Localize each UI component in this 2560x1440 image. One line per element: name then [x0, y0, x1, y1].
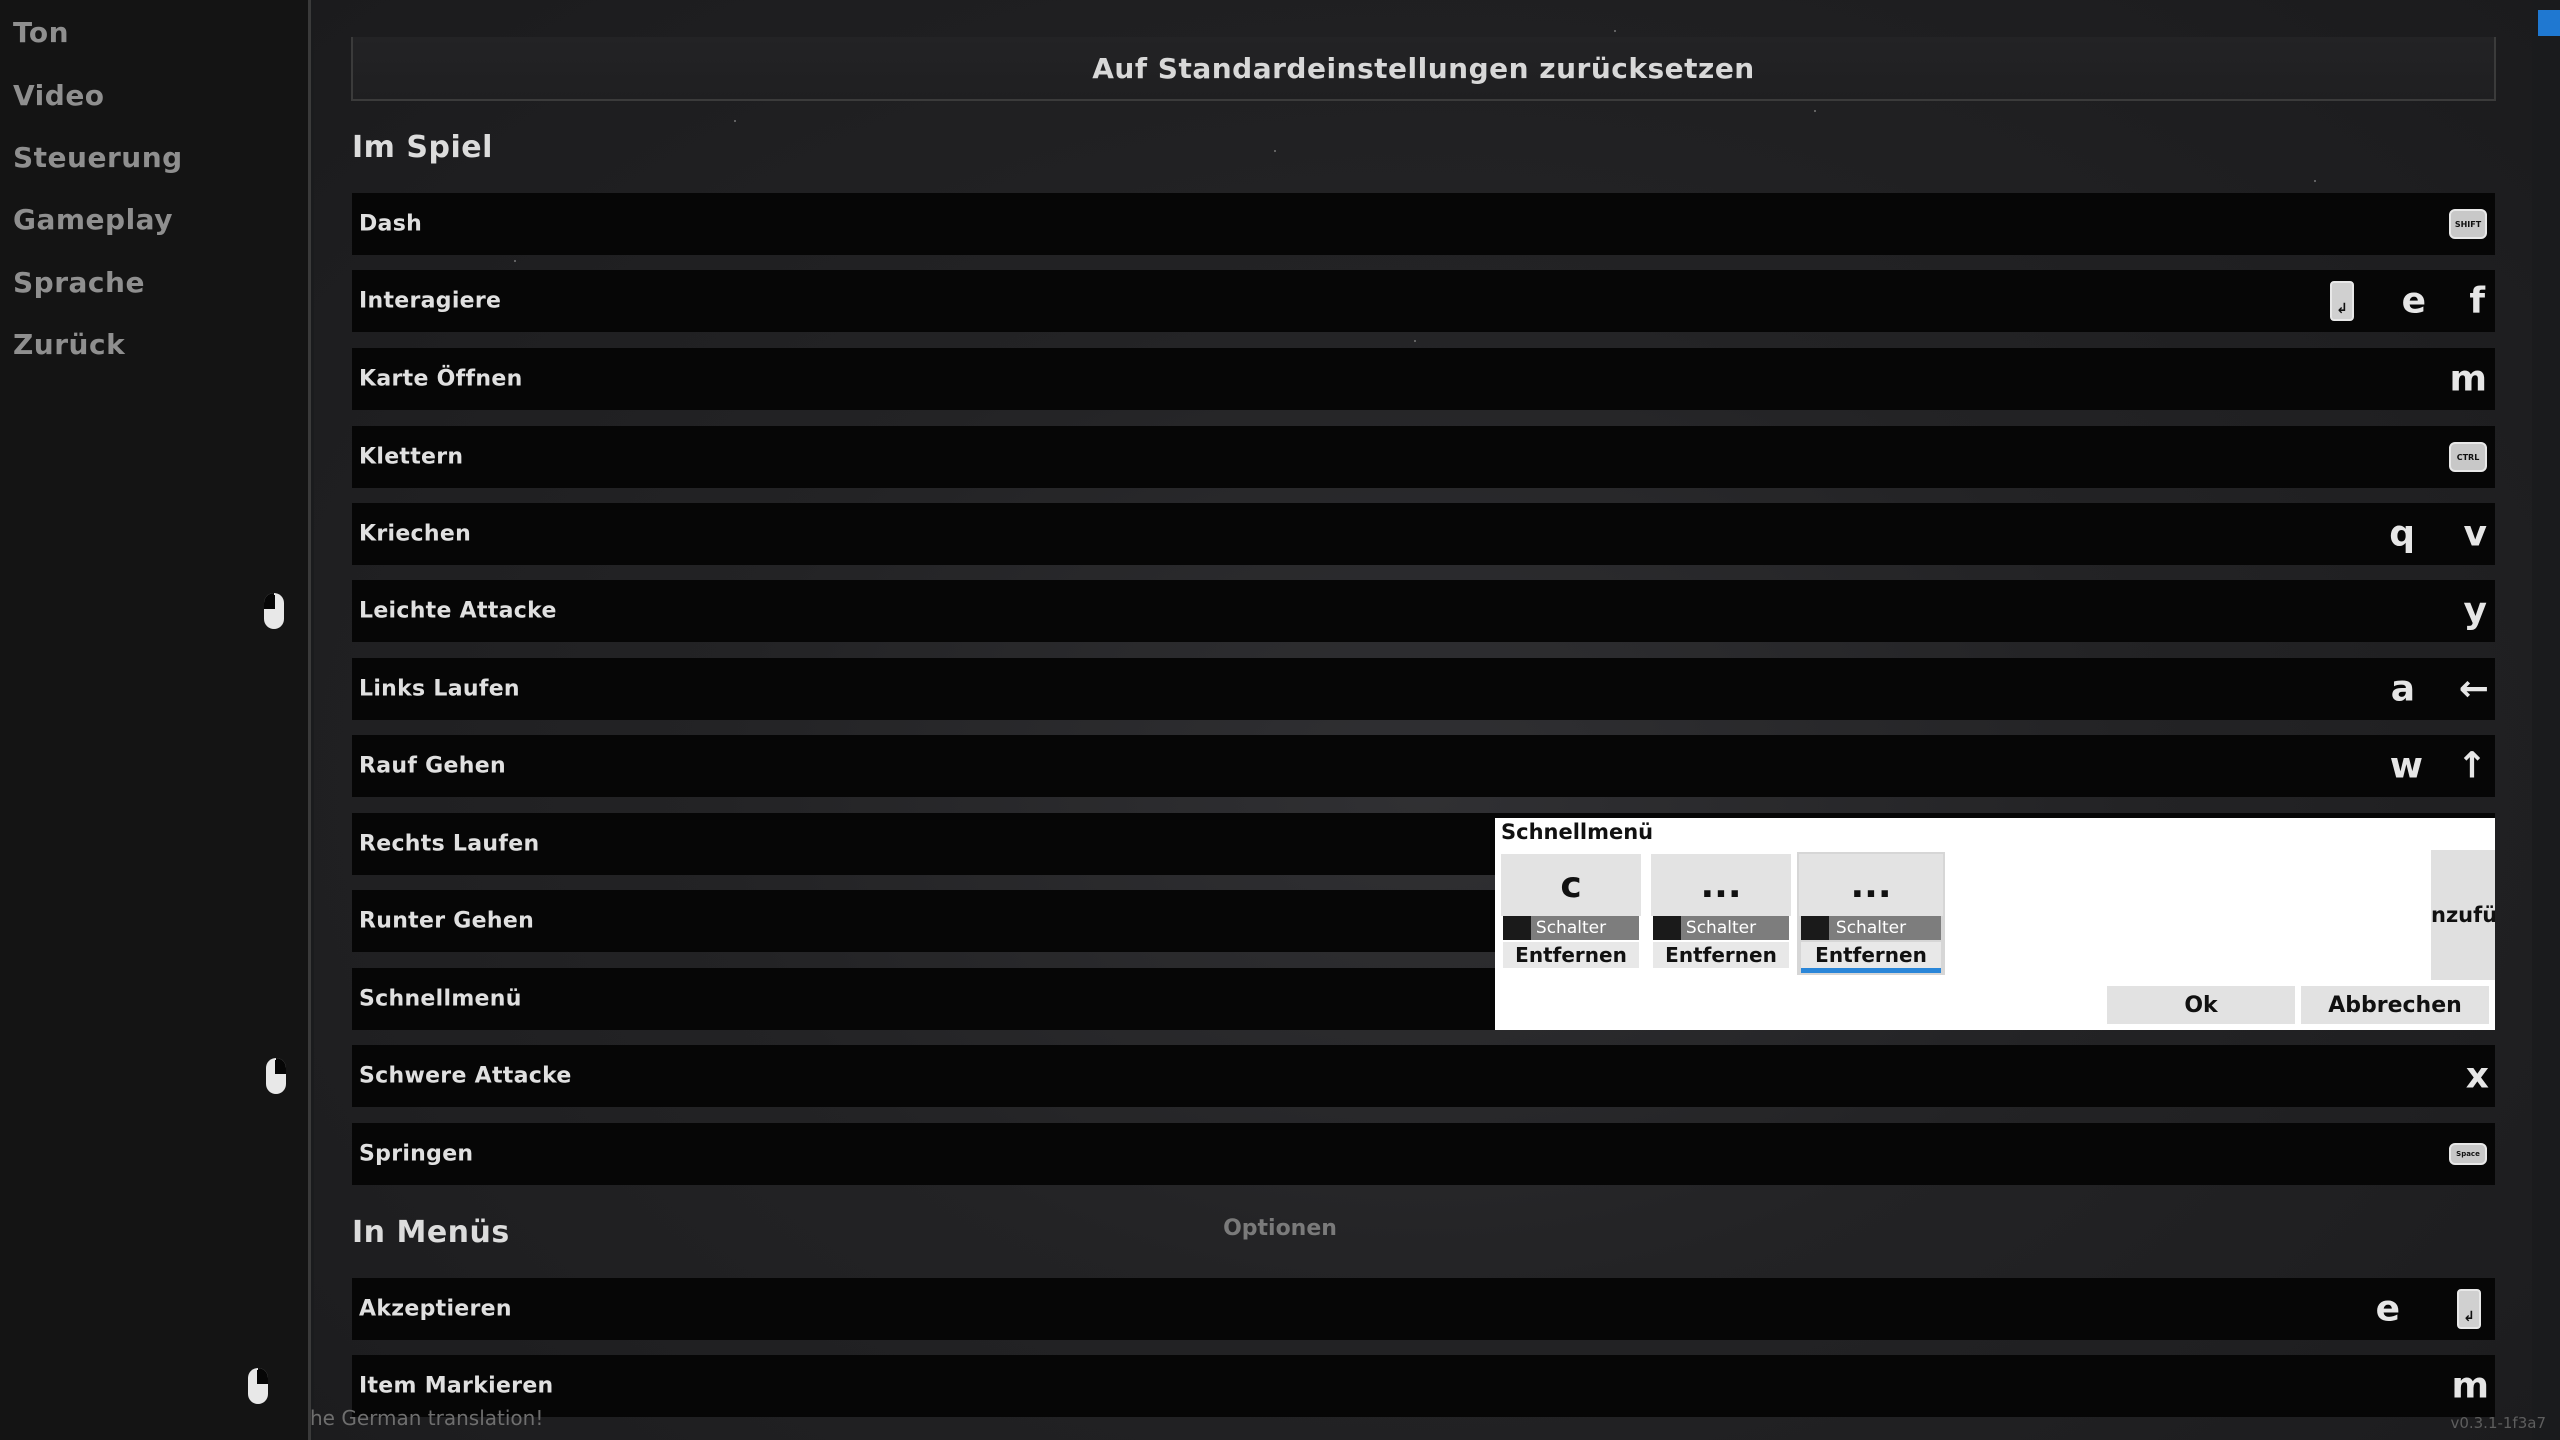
shift-key-icon[interactable]: SHIFT: [2449, 209, 2487, 239]
mouse-right-icon[interactable]: [248, 1368, 268, 1404]
sidebar-item-ton[interactable]: Ton: [13, 16, 69, 49]
arrow-left-icon[interactable]: ←: [2459, 669, 2489, 710]
sidebar-item-sprache[interactable]: Sprache: [13, 266, 145, 299]
sidebar-item-zurueck[interactable]: Zurück: [13, 328, 125, 361]
section-title-ingame: Im Spiel: [352, 130, 493, 165]
settings-sidebar: Ton Video Steuerung Gameplay Sprache Zur…: [0, 0, 311, 1440]
binding-row-kriechen[interactable]: Kriechen q v: [352, 503, 2495, 565]
mouse-right-icon[interactable]: [266, 1058, 286, 1094]
slot-remove-button[interactable]: Entfernen: [1503, 942, 1639, 968]
key-a[interactable]: a: [2391, 669, 2415, 710]
quickmenu-binding-dialog: Schnellmenü c Schalter Entfernen ... Sch…: [1495, 818, 2495, 1030]
binding-label: Springen: [359, 1141, 474, 1167]
binding-row-dash[interactable]: Dash SHIFT: [352, 193, 2495, 255]
section-title-menus: In Menüs: [352, 1215, 510, 1250]
version-label: v0.3.1-1f3a7: [2450, 1414, 2546, 1432]
binding-label: Kriechen: [359, 521, 472, 547]
binding-row-interagiere[interactable]: Interagiere ↲ e f: [352, 270, 2495, 332]
enter-key-icon[interactable]: ↲: [2330, 281, 2354, 321]
slot-switch-toggle[interactable]: Schalter: [1653, 916, 1789, 940]
slot-switch-label: Schalter: [1685, 918, 1757, 938]
key-w[interactable]: w: [2390, 746, 2423, 787]
enter-key-icon[interactable]: ↲: [2457, 1289, 2481, 1329]
corner-accent: [2538, 10, 2560, 36]
slot-key[interactable]: c: [1501, 854, 1641, 916]
sidebar-item-gameplay[interactable]: Gameplay: [13, 203, 173, 236]
binding-row-akzeptieren[interactable]: Akzeptieren e ↲: [352, 1278, 2495, 1340]
add-binding-button[interactable]: nzufüg: [2431, 850, 2495, 980]
slot-key[interactable]: ...: [1799, 854, 1943, 916]
key-q[interactable]: q: [2389, 514, 2415, 555]
cancel-button[interactable]: Abbrechen: [2301, 986, 2489, 1024]
slot-switch-label: Schalter: [1835, 918, 1907, 938]
reset-defaults-button[interactable]: Auf Standardeinstellungen zurücksetzen: [351, 37, 2496, 101]
binding-row-item-markieren[interactable]: Item Markieren m: [248, 1355, 2495, 1417]
key-f[interactable]: f: [2469, 281, 2485, 322]
binding-label: Leichte Attacke: [359, 598, 557, 624]
binding-slot-focused: ... Schalter Entfernen: [1797, 852, 1945, 975]
key-m[interactable]: m: [2449, 359, 2487, 400]
binding-label: Interagiere: [359, 288, 502, 314]
binding-label: Links Laufen: [359, 676, 520, 702]
binding-label: Schwere Attacke: [359, 1063, 572, 1089]
key-x[interactable]: x: [2466, 1056, 2489, 1097]
sidebar-item-steuerung[interactable]: Steuerung: [13, 141, 183, 174]
slot-remove-button[interactable]: Entfernen: [1801, 942, 1941, 973]
space-key-icon[interactable]: Space: [2449, 1143, 2487, 1165]
binding-slot: c Schalter Entfernen: [1501, 854, 1641, 968]
binding-row-klettern[interactable]: Klettern CTRL: [352, 426, 2495, 488]
binding-label: Klettern: [359, 444, 464, 470]
binding-row-schwere-attacke[interactable]: Schwere Attacke x: [266, 1045, 2495, 1107]
binding-label: Rechts Laufen: [359, 831, 540, 857]
binding-label: Karte Öffnen: [359, 366, 523, 392]
ctrl-key-icon[interactable]: CTRL: [2449, 442, 2487, 472]
slot-key[interactable]: ...: [1651, 854, 1791, 916]
key-e[interactable]: e: [2402, 281, 2426, 322]
translation-credit: he German translation!: [310, 1406, 544, 1430]
binding-row-springen[interactable]: Springen Space: [352, 1123, 2495, 1185]
key-y[interactable]: y: [2464, 591, 2487, 632]
binding-row-links-laufen[interactable]: Links Laufen a ←: [352, 658, 2495, 720]
key-e[interactable]: e: [2376, 1289, 2400, 1330]
slot-switch-label: Schalter: [1535, 918, 1607, 938]
slot-switch-toggle[interactable]: Schalter: [1503, 916, 1639, 940]
binding-label: Runter Gehen: [359, 908, 535, 934]
binding-row-karte-oeffnen[interactable]: Karte Öffnen m: [352, 348, 2495, 410]
sidebar-item-video[interactable]: Video: [13, 79, 105, 112]
binding-row-leichte-attacke[interactable]: Leichte Attacke y: [264, 580, 2495, 642]
binding-label: Schnellmenü: [359, 986, 522, 1012]
arrow-up-icon[interactable]: ↑: [2457, 746, 2487, 787]
mouse-left-icon[interactable]: [264, 593, 284, 629]
key-m[interactable]: m: [2451, 1366, 2489, 1407]
dialog-title: Schnellmenü: [1501, 820, 1654, 844]
ok-button[interactable]: Ok: [2107, 986, 2295, 1024]
binding-label: Item Markieren: [359, 1373, 554, 1399]
key-v[interactable]: v: [2464, 514, 2487, 555]
binding-slot: ... Schalter Entfernen: [1651, 854, 1791, 968]
binding-row-rauf-gehen[interactable]: Rauf Gehen w ↑: [352, 735, 2495, 797]
binding-label: Rauf Gehen: [359, 753, 506, 779]
slot-switch-toggle[interactable]: Schalter: [1801, 916, 1941, 940]
binding-label: Dash: [359, 211, 423, 237]
slot-remove-button[interactable]: Entfernen: [1653, 942, 1789, 968]
binding-label: Akzeptieren: [359, 1296, 512, 1322]
